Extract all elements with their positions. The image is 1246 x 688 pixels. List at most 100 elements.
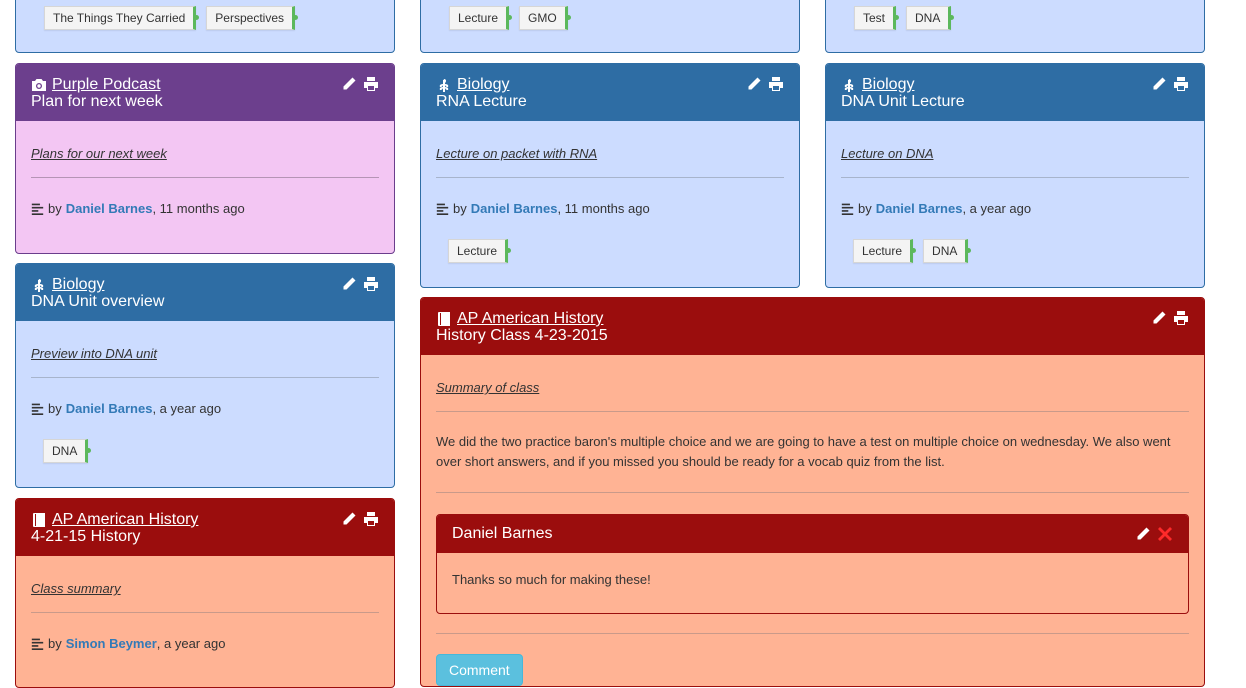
pencil-icon[interactable] — [341, 276, 357, 292]
tag[interactable]: The Things They Carried — [44, 6, 200, 30]
tag[interactable]: Lecture — [448, 239, 512, 263]
tag[interactable]: GMO — [519, 6, 571, 30]
entry-title: History Class 4-23-2015 — [436, 327, 608, 344]
print-icon[interactable] — [1173, 310, 1189, 326]
card-header: Biology DNA Unit Lecture — [826, 64, 1204, 121]
tag[interactable]: Perspectives — [206, 6, 298, 30]
entry-summary[interactable]: Plans for our next week — [31, 146, 167, 161]
subject-link[interactable]: Purple Podcast — [52, 76, 161, 93]
card-header: Biology DNA Unit overview — [16, 264, 394, 321]
print-icon[interactable] — [363, 511, 379, 527]
card-subject: AP American History — [31, 511, 379, 528]
camera-icon — [32, 78, 46, 91]
card-actions — [746, 76, 784, 92]
tag[interactable]: Test — [854, 6, 900, 30]
book-icon — [438, 311, 450, 326]
align-left-icon — [841, 203, 854, 215]
print-icon[interactable] — [363, 76, 379, 92]
align-left-icon — [31, 403, 44, 415]
pencil-icon[interactable] — [1151, 310, 1167, 326]
byline-time: , a year ago — [156, 636, 226, 651]
divider — [31, 377, 379, 378]
card-actions — [341, 276, 379, 292]
subject-link[interactable]: Biology — [52, 276, 104, 293]
leaf-icon — [34, 278, 44, 292]
pencil-icon[interactable] — [746, 76, 762, 92]
subject-link[interactable]: AP American History — [457, 310, 603, 327]
byline: by Simon Beymer, a year ago — [31, 636, 225, 651]
divider — [436, 411, 1189, 412]
tag-list: The Things They Carried Perspectives — [44, 6, 298, 30]
comment-button[interactable]: Comment — [436, 654, 523, 686]
card-actions — [341, 76, 379, 92]
align-left-icon — [436, 203, 449, 215]
entry-title: 4-21-15 History — [31, 528, 141, 545]
delete-icon[interactable] — [1157, 526, 1173, 542]
author-link[interactable]: Daniel Barnes — [471, 201, 558, 216]
byline-time: , a year ago — [152, 401, 222, 416]
card-top-right: Test DNA — [825, 0, 1205, 53]
byline: by Daniel Barnes, a year ago — [31, 401, 221, 416]
subject-link[interactable]: AP American History — [52, 511, 198, 528]
comment: Daniel Barnes Thanks so much for making … — [436, 514, 1189, 614]
card-actions — [1151, 310, 1189, 326]
byline-time: , a year ago — [962, 201, 1032, 216]
tag-list: DNA — [43, 439, 92, 463]
author-link[interactable]: Simon Beymer — [66, 636, 157, 651]
tag[interactable]: Lecture — [449, 6, 513, 30]
pencil-icon[interactable] — [1135, 526, 1151, 542]
byline-time: , 11 months ago — [152, 201, 245, 216]
book-icon — [33, 512, 45, 527]
card-biology-dna-lecture: Biology DNA Unit Lecture Lecture on DNA … — [825, 63, 1205, 288]
entry-summary[interactable]: Lecture on DNA — [841, 146, 934, 161]
subject-link[interactable]: Biology — [457, 76, 509, 93]
pencil-icon[interactable] — [341, 511, 357, 527]
card-subject: Purple Podcast — [31, 76, 379, 93]
card-header: Purple Podcast Plan for next week — [16, 64, 394, 121]
print-icon[interactable] — [1173, 76, 1189, 92]
pencil-icon[interactable] — [341, 76, 357, 92]
card-subject: AP American History — [436, 310, 1189, 327]
print-icon[interactable] — [363, 276, 379, 292]
subject-link[interactable]: Biology — [862, 76, 914, 93]
align-left-icon — [31, 203, 44, 215]
card-top-left: The Things They Carried Perspectives — [15, 0, 395, 53]
comment-actions — [1135, 526, 1173, 542]
comment-author: Daniel Barnes — [452, 525, 553, 542]
card-subject: Biology — [841, 76, 1189, 93]
card-top-middle: Lecture GMO — [420, 0, 800, 53]
entry-summary[interactable]: Preview into DNA unit — [31, 346, 157, 361]
entry-summary[interactable]: Class summary — [31, 581, 121, 596]
comment-text: Thanks so much for making these! — [452, 572, 651, 587]
author-link[interactable]: Daniel Barnes — [66, 401, 153, 416]
card-apush-class: AP American History History Class 4-23-2… — [420, 297, 1205, 687]
entry-title: DNA Unit Lecture — [841, 93, 965, 110]
tag-list: Lecture DNA — [853, 239, 972, 263]
print-icon[interactable] — [768, 76, 784, 92]
entry-summary[interactable]: Lecture on packet with RNA — [436, 146, 597, 161]
byline-prefix: by — [48, 201, 62, 216]
author-link[interactable]: Daniel Barnes — [66, 201, 153, 216]
author-link[interactable]: Daniel Barnes — [876, 201, 963, 216]
tag[interactable]: Lecture — [853, 239, 917, 263]
card-biology-rna: Biology RNA Lecture Lecture on packet wi… — [420, 63, 800, 288]
card-header: Biology RNA Lecture — [421, 64, 799, 121]
tag[interactable]: DNA — [43, 439, 92, 463]
card-biology-dna-overview: Biology DNA Unit overview Preview into D… — [15, 263, 395, 488]
divider — [31, 612, 379, 613]
leaf-icon — [844, 78, 854, 92]
card-apush-421: AP American History 4-21-15 History Clas… — [15, 498, 395, 688]
card-purple-podcast: Purple Podcast Plan for next week Plans … — [15, 63, 395, 254]
card-subject: Biology — [436, 76, 784, 93]
pencil-icon[interactable] — [1151, 76, 1167, 92]
tag[interactable]: DNA — [906, 6, 955, 30]
byline-prefix: by — [48, 401, 62, 416]
entry-title: DNA Unit overview — [31, 293, 165, 310]
entry-summary[interactable]: Summary of class — [436, 380, 539, 395]
tag[interactable]: DNA — [923, 239, 972, 263]
byline-time: , 11 months ago — [557, 201, 650, 216]
tag-list: Lecture GMO — [449, 6, 571, 30]
entry-title: RNA Lecture — [436, 93, 527, 110]
card-header: AP American History 4-21-15 History — [16, 499, 394, 556]
byline-prefix: by — [858, 201, 872, 216]
